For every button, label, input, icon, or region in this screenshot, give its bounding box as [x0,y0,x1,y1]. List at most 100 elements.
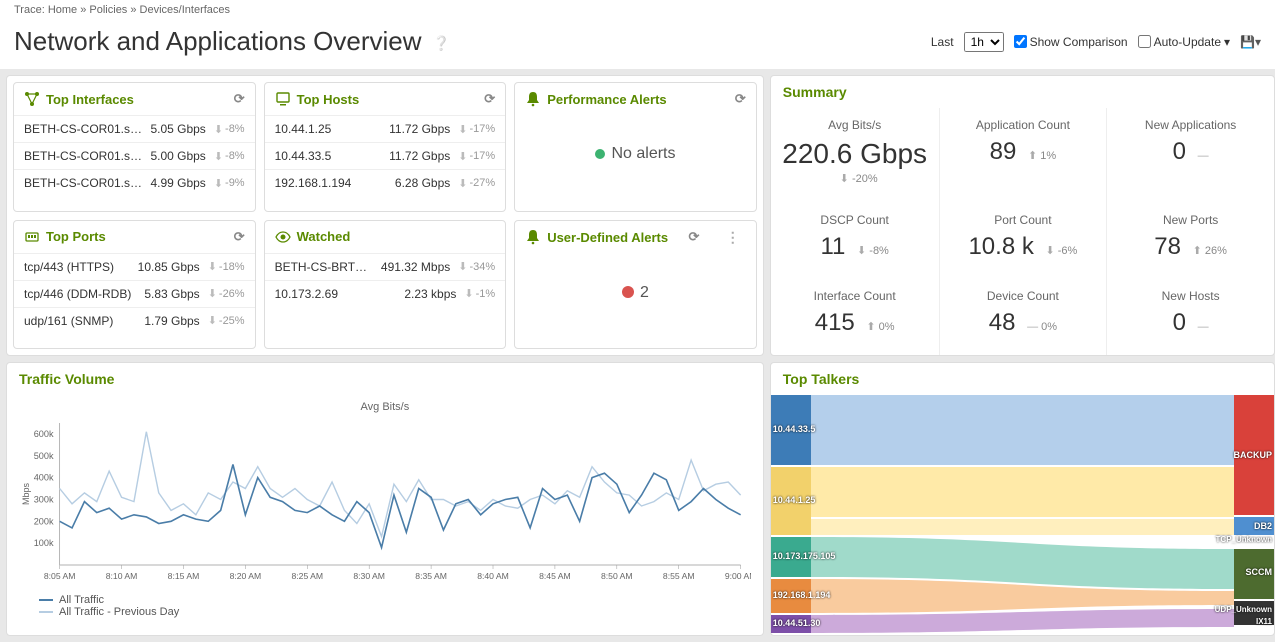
top-interfaces-title: Top Interfaces [46,92,134,107]
top-interfaces-panel: Top Interfaces ⟳ BETH-CS-COR01.steelde..… [13,82,256,212]
watched-panel: Watched BETH-CS-BRTR02.lab.... 491.32 Mb… [264,220,507,350]
bell-icon [525,91,541,107]
chart-legend: All Traffic All Traffic - Previous Day [19,590,751,618]
svg-text:500k: 500k [34,451,54,461]
arrow-down-icon: ⬇ [464,287,473,300]
user-alerts-panel: User-Defined Alerts ⟳ ⋮ 2 [514,220,757,350]
show-comparison-control[interactable]: Show Comparison [1014,35,1128,49]
chart-subtitle: Avg Bits/s [19,401,751,413]
table-row[interactable]: tcp/446 (DDM-RDB) 5.83 Gbps ⬇-26% [14,280,255,307]
top-ports-title: Top Ports [46,229,106,244]
svg-text:8:10 AM: 8:10 AM [106,571,138,581]
traffic-chart[interactable]: 100k200k300k400k500k600kMbps8:05 AM8:10 … [19,417,751,587]
traffic-volume-title: Traffic Volume [7,363,763,395]
eye-icon [275,229,291,245]
top-talkers-panel: Top Talkers 10.44.33.510.44.1.2510.173.1… [770,362,1275,636]
page-title: Network and Applications Overview ❔ [14,26,450,57]
bell-icon [525,229,541,245]
table-row[interactable]: 192.168.1.194 6.28 Gbps ⬇-27% [265,169,506,196]
summary-metric[interactable]: DSCP Count 11 ⬇ -8% [771,203,939,279]
reload-icon[interactable]: ⟳ [484,91,495,107]
watched-title: Watched [297,229,351,244]
save-icon[interactable]: 💾▾ [1240,35,1261,49]
show-comparison-checkbox[interactable] [1014,35,1027,48]
table-row[interactable]: BETH-CS-BRTR02.lab.... 491.32 Mbps ⬇-34% [265,253,506,280]
sankey-chart[interactable]: 10.44.33.510.44.1.2510.173.175.105192.16… [771,395,1274,635]
breadcrumb-policies[interactable]: Policies [89,4,127,16]
svg-text:8:40 AM: 8:40 AM [477,571,509,581]
time-range-select[interactable]: 1h [964,32,1004,52]
arrow-down-icon: ⬇ [208,314,217,327]
no-alerts-status: No alerts [515,115,756,193]
help-icon[interactable]: ❔ [433,35,450,51]
summary-metric[interactable]: New Applications 0 — [1106,108,1274,203]
reload-icon[interactable]: ⟳ [234,229,245,245]
mini-panel-group: Top Interfaces ⟳ BETH-CS-COR01.steelde..… [6,75,764,356]
summary-metric[interactable]: Avg Bits/s 220.6 Gbps ⬇ -20% [771,108,939,203]
breadcrumb-devices[interactable]: Devices/Interfaces [140,4,230,16]
breadcrumb: Trace: Home » Policies » Devices/Interfa… [0,0,1275,20]
svg-text:8:25 AM: 8:25 AM [291,571,323,581]
auto-update-control[interactable]: Auto-Update ▾ [1138,35,1230,49]
status-dot-green [595,149,605,159]
breadcrumb-prefix: Trace: [14,4,45,16]
svg-text:8:50 AM: 8:50 AM [601,571,633,581]
reload-icon[interactable]: ⟳ [735,91,746,107]
reload-icon[interactable]: ⟳ [688,229,699,245]
table-row[interactable]: 10.173.2.69 2.23 kbps ⬇-1% [265,280,506,307]
arrow-down-icon: ⬇ [458,123,467,136]
summary-metric[interactable]: New Ports 78 ⬆ 26% [1106,203,1274,279]
svg-text:8:30 AM: 8:30 AM [353,571,385,581]
user-alerts-count[interactable]: 2 [515,254,756,332]
traffic-volume-panel: Traffic Volume Avg Bits/s 100k200k300k40… [6,362,764,636]
top-hosts-panel: Top Hosts ⟳ 10.44.1.25 11.72 Gbps ⬇-17% … [264,82,507,212]
svg-text:600k: 600k [34,429,54,439]
svg-text:9:00 AM: 9:00 AM [725,571,751,581]
summary-metric[interactable]: Interface Count 415 ⬆ 0% [771,279,939,355]
hosts-icon [275,91,291,107]
table-row[interactable]: tcp/443 (HTTPS) 10.85 Gbps ⬇-18% [14,253,255,280]
ports-icon [24,229,40,245]
breadcrumb-home[interactable]: Home [48,4,77,16]
svg-text:8:35 AM: 8:35 AM [415,571,447,581]
arrow-down-icon: ⬇ [208,260,217,273]
summary-metric[interactable]: Port Count 10.8 k ⬇ -6% [939,203,1107,279]
summary-metric[interactable]: Application Count 89 ⬆ 1% [939,108,1107,203]
status-dot-red [622,286,634,298]
summary-title: Summary [771,76,1274,108]
summary-panel: Summary Avg Bits/s 220.6 Gbps ⬇ -20%Appl… [770,75,1275,356]
arrow-down-icon: ⬇ [458,177,467,190]
svg-text:200k: 200k [34,516,54,526]
arrow-down-icon: ⬇ [214,123,223,136]
user-alerts-title: User-Defined Alerts [547,230,668,245]
last-label: Last [931,35,954,49]
svg-text:8:45 AM: 8:45 AM [539,571,571,581]
table-row[interactable]: udp/161 (SNMP) 1.79 Gbps ⬇-25% [14,307,255,334]
interfaces-icon [24,91,40,107]
top-hosts-title: Top Hosts [297,92,360,107]
summary-metric[interactable]: Device Count 48 — 0% [939,279,1107,355]
svg-text:100k: 100k [34,538,54,548]
table-row[interactable]: BETH-CS-COR01.steelde... 5.05 Gbps ⬇-8% [14,115,255,142]
performance-alerts-panel: Performance Alerts ⟳ No alerts [514,82,757,212]
header-controls: Last 1h Show Comparison Auto-Update ▾ 💾▾ [931,32,1261,52]
arrow-down-icon: ⬇ [208,287,217,300]
svg-text:8:05 AM: 8:05 AM [44,571,76,581]
table-row[interactable]: BETH-CS-COR01.steelde... 4.99 Gbps ⬇-9% [14,169,255,196]
table-row[interactable]: 10.44.1.25 11.72 Gbps ⬇-17% [265,115,506,142]
svg-text:8:55 AM: 8:55 AM [663,571,695,581]
svg-text:8:15 AM: 8:15 AM [168,571,200,581]
svg-text:Mbps: Mbps [21,483,31,505]
kebab-icon[interactable]: ⋮ [720,229,746,246]
svg-text:8:20 AM: 8:20 AM [230,571,262,581]
reload-icon[interactable]: ⟳ [234,91,245,107]
arrow-down-icon: ⬇ [458,260,467,273]
top-talkers-title: Top Talkers [771,363,1274,395]
summary-metric[interactable]: New Hosts 0 — [1106,279,1274,355]
chevron-down-icon: ▾ [1224,35,1230,49]
auto-update-checkbox[interactable] [1138,35,1151,48]
table-row[interactable]: 10.44.33.5 11.72 Gbps ⬇-17% [265,142,506,169]
table-row[interactable]: BETH-CS-COR01.steelde... 5.00 Gbps ⬇-8% [14,142,255,169]
top-ports-panel: Top Ports ⟳ tcp/443 (HTTPS) 10.85 Gbps ⬇… [13,220,256,350]
arrow-down-icon: ⬇ [214,150,223,163]
